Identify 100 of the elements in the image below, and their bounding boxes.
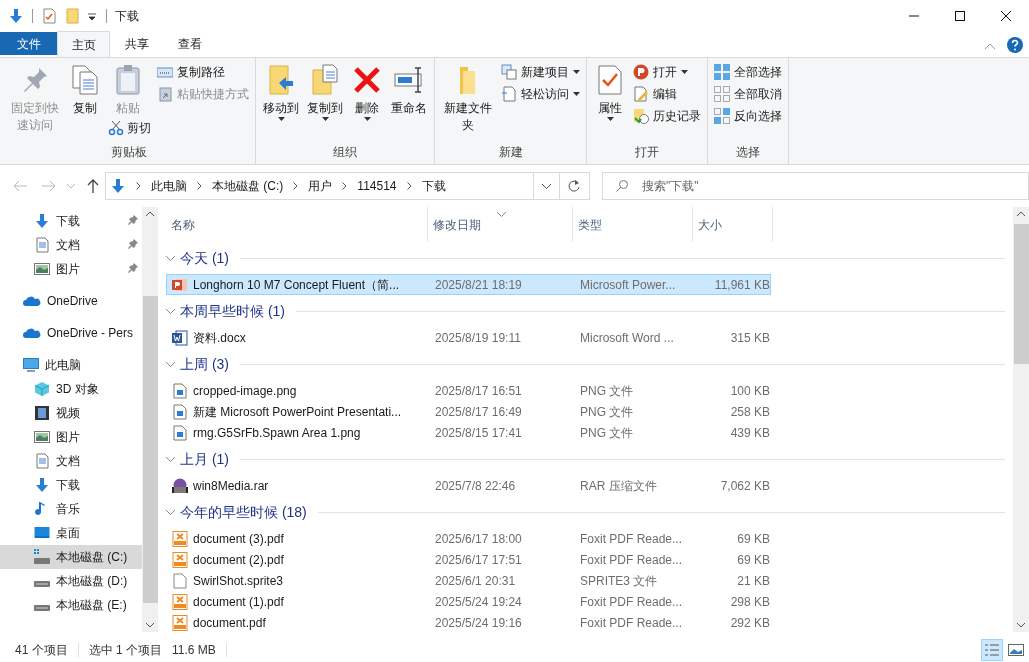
window-title: 下载 <box>115 7 139 25</box>
nav-item[interactable]: OneDrive - Pers <box>0 321 142 345</box>
nav-item[interactable]: 文档 <box>0 449 142 473</box>
file-row[interactable]: document (3).pdf 2025/6/17 18:00 Foxit PDF Reade... 69 KB <box>166 528 771 549</box>
ribbon-large-button[interactable]: 移动到 <box>260 62 302 122</box>
column-header[interactable]: 大小 <box>693 207 773 242</box>
column-header[interactable]: 类型 <box>573 207 693 242</box>
file-row[interactable]: SwirlShot.sprite3 2025/6/1 20:31 SPRITE3 文件 21 KB <box>166 570 771 591</box>
caret-icon <box>363 117 371 121</box>
collapse-chevron-icon[interactable] <box>166 509 175 515</box>
nav-item[interactable]: 视频 <box>0 401 142 425</box>
date-cell-text: 2025/8/17 16:51 <box>434 382 523 400</box>
column-header[interactable]: 修改日期 <box>428 207 573 242</box>
nav-item[interactable]: 本地磁盘 (E:) <box>0 593 142 617</box>
collapse-chevron-icon[interactable] <box>166 361 175 367</box>
column-header[interactable]: 名称 <box>166 207 428 242</box>
nav-item[interactable]: 图片 <box>0 425 142 449</box>
nav-scrollbar[interactable] <box>142 207 158 632</box>
address-field[interactable]: 此电脑 本地磁盘 (C:) 用户 114514 下载 <box>105 172 535 200</box>
file-row[interactable]: 新建 Microsoft PowerPoint Presentati... 2025/8/17 16:49 PNG 文件 258 KB <box>166 401 771 422</box>
size-cell-text: 21 KB <box>736 572 770 590</box>
nav-item[interactable]: 本地磁盘 (C:) <box>0 545 142 569</box>
recent-caret-icon[interactable] <box>67 183 76 189</box>
file-tab[interactable]: 文件 <box>0 32 57 55</box>
ribbon-large-button[interactable]: 复制到 <box>304 62 346 122</box>
nav-item[interactable]: 3D 对象 <box>0 377 142 401</box>
ribbon-large-button[interactable]: 重命名 <box>388 62 430 118</box>
ribbon-small-button[interactable]: 轻松访问 <box>499 84 582 104</box>
breadcrumb[interactable]: 此电脑 <box>151 177 187 195</box>
breadcrumb[interactable]: 114514 <box>357 177 397 195</box>
ribbon-large-button[interactable]: 新建文件夹 <box>439 62 497 135</box>
ribbon-large-button[interactable]: 删除 <box>348 62 386 122</box>
nav-item[interactable]: 下载 <box>0 209 142 233</box>
help-icon[interactable] <box>1007 37 1023 53</box>
file-row[interactable]: Longhorn 10 M7 Concept Fluent（简... 2025/8/21 18:19 Microsoft Power... 11,961 KB <box>166 274 771 295</box>
rename-icon <box>393 64 425 96</box>
group-header[interactable]: 上周 (3) <box>180 353 229 375</box>
file-row[interactable]: win8Media.rar 2025/7/8 22:46 RAR 压缩文件 7,062 KB <box>166 475 771 496</box>
path-icon <box>157 64 173 80</box>
collapse-chevron-icon[interactable] <box>166 308 175 314</box>
scroll-down-icon <box>146 623 154 628</box>
nav-item[interactable]: 桌面 <box>0 521 142 545</box>
forward-icon[interactable] <box>41 180 56 192</box>
search-field[interactable]: 搜索"下载" <box>602 172 1029 200</box>
size-cell-text: 315 KB <box>729 329 770 347</box>
collapse-chevron-icon[interactable] <box>166 255 175 261</box>
ribbon-small-button[interactable]: 历史记录 <box>631 106 703 126</box>
group-header[interactable]: 本周早些时候 (1) <box>180 300 285 322</box>
size-cell-text: 100 KB <box>729 382 770 400</box>
nav-item[interactable]: 此电脑 <box>0 353 142 377</box>
desktop-icon <box>34 525 50 541</box>
file-row[interactable]: document (2).pdf 2025/6/17 17:51 Foxit PDF Reade... 69 KB <box>166 549 771 570</box>
up-icon[interactable] <box>87 179 99 193</box>
back-icon[interactable] <box>13 180 27 192</box>
copy-folder-icon <box>309 64 341 96</box>
refresh-button[interactable] <box>559 172 590 200</box>
breadcrumb[interactable]: 用户 <box>308 177 333 195</box>
nav-item[interactable]: 文档 <box>0 233 142 257</box>
file-row[interactable]: 资料.docx 2025/8/19 19:11 Microsoft Word ... 315 KB <box>166 327 771 348</box>
collapse-chevron-icon[interactable] <box>166 456 175 462</box>
nav-item[interactable]: 音乐 <box>0 497 142 521</box>
group-header[interactable]: 今天 (1) <box>180 247 229 269</box>
breadcrumb[interactable]: 本地磁盘 (C:) <box>212 177 284 195</box>
file-row[interactable]: document (1).pdf 2025/5/24 19:24 Foxit PDF Reade... 298 KB <box>166 591 771 612</box>
ribbon-large-button[interactable]: 属性 <box>591 62 629 122</box>
ribbon-small-button[interactable]: 全部取消 <box>712 84 784 104</box>
caret-icon <box>681 70 688 74</box>
nav-item[interactable]: OneDrive <box>0 289 142 313</box>
ribbon-tab[interactable]: 主页 <box>57 31 110 57</box>
ribbon-small-button[interactable]: 编辑 <box>631 84 703 104</box>
size-cell-text: 292 KB <box>729 614 770 632</box>
ribbon-large-button[interactable]: 复制 <box>66 62 104 118</box>
group-header[interactable]: 今年的早些时候 (18) <box>180 501 307 523</box>
scroll-thumb[interactable] <box>1013 224 1029 364</box>
nav-item[interactable]: 图片 <box>0 257 142 281</box>
ribbon-small-button[interactable]: 打开 <box>631 62 703 82</box>
caret-icon <box>321 117 329 121</box>
ribbon-small-button[interactable]: 复制路径 <box>155 62 251 82</box>
close-icon <box>1001 10 1011 21</box>
collapse-ribbon-icon[interactable] <box>985 43 995 49</box>
file-row[interactable]: rmg.G5SrFb.Spawn Area 1.png 2025/8/15 17:41 PNG 文件 439 KB <box>166 422 771 443</box>
ribbon-tab[interactable]: 共享 <box>110 31 163 57</box>
ribbon-group-label: 选择 <box>735 144 761 161</box>
content-scrollbar[interactable] <box>1013 207 1029 632</box>
ribbon-small-button[interactable]: 新建项目 <box>499 62 582 82</box>
nav-item[interactable]: 本地磁盘 (D:) <box>0 569 142 593</box>
group-header[interactable]: 上月 (1) <box>180 448 229 470</box>
date-cell-text: 2025/6/1 20:31 <box>434 572 517 590</box>
file-name: 资料.docx <box>193 329 246 347</box>
ribbon-tab[interactable]: 查看 <box>163 31 216 57</box>
scroll-thumb[interactable] <box>142 296 158 603</box>
breadcrumb[interactable]: 下载 <box>421 177 446 195</box>
ribbon-small-button[interactable]: 反向选择 <box>712 106 784 126</box>
ribbon-small-button[interactable]: 全部选择 <box>712 62 784 82</box>
date-cell-text: 2025/5/24 19:16 <box>434 614 523 632</box>
file-row[interactable]: cropped-image.png 2025/8/17 16:51 PNG 文件 100 KB <box>166 380 771 401</box>
item-count: 41 个项目 <box>15 642 68 659</box>
drive-icon <box>34 581 50 587</box>
nav-item[interactable]: 下载 <box>0 473 142 497</box>
file-row[interactable]: document.pdf 2025/5/24 19:16 Foxit PDF Reade... 292 KB <box>166 612 771 633</box>
